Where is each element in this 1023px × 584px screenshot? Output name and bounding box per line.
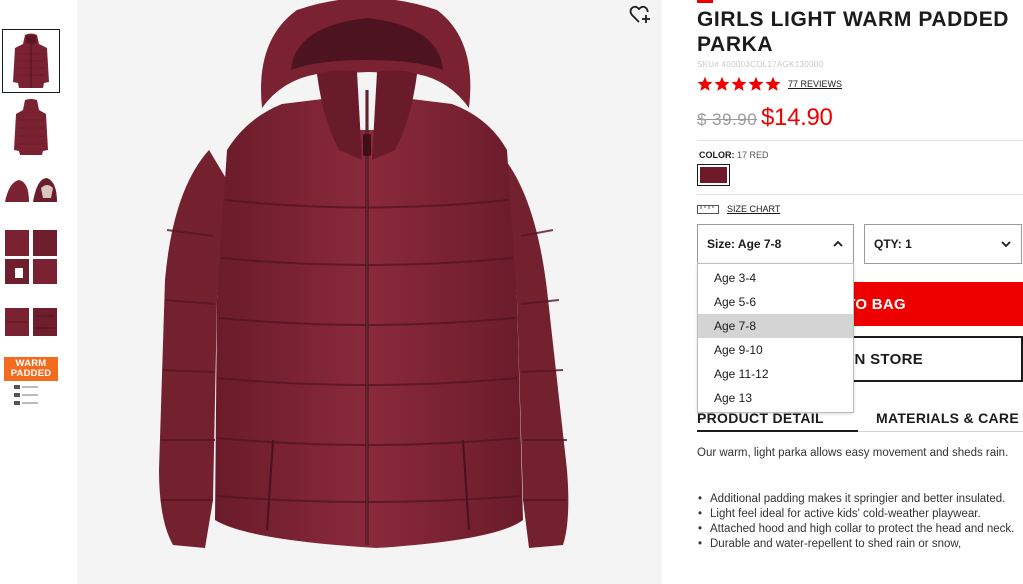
- feature-item: Additional padding makes it springier an…: [698, 492, 1023, 507]
- color-value: 17 RED: [737, 150, 769, 160]
- product-description: Our warm, light parka allows easy moveme…: [697, 447, 1009, 459]
- size-chart-link[interactable]: SIZE CHART: [697, 203, 780, 214]
- badge-diagram: [14, 385, 38, 405]
- active-tab-indicator: [697, 430, 858, 432]
- quantity-select[interactable]: QTY: 1: [864, 224, 1022, 264]
- thumbnail-cuff-detail[interactable]: [2, 290, 60, 354]
- main-product-image[interactable]: [77, 0, 662, 584]
- feature-item: Durable and water-repellent to shed rain…: [698, 537, 1023, 552]
- sale-price: $14.90: [761, 104, 833, 131]
- size-option[interactable]: Age 9-10: [698, 338, 853, 362]
- product-title: GIRLS LIGHT WARM PADDED PARKA: [697, 8, 1010, 56]
- size-option[interactable]: Age 11-12: [698, 362, 853, 386]
- feature-item: Light feel ideal for active kids' cold-w…: [698, 507, 1023, 522]
- ruler-icon: [697, 205, 719, 214]
- size-select-value: Size: Age 7-8: [707, 237, 782, 251]
- padded-parka-image: [159, 0, 569, 548]
- thumbnail-pocket-detail[interactable]: [2, 225, 60, 289]
- cuff-detail-thumb: [5, 308, 57, 336]
- sale-flag: [697, 0, 713, 3]
- feature-item: Attached hood and high collar to protect…: [698, 522, 1023, 537]
- wishlist-heart-icon[interactable]: [629, 4, 651, 26]
- swatch-fill: [700, 167, 727, 183]
- star-icon: [765, 76, 781, 91]
- thumbnail-warm-padded-badge[interactable]: WARM PADDED: [2, 355, 60, 419]
- size-chart-label: SIZE CHART: [727, 203, 781, 214]
- thumbnail-front[interactable]: [2, 29, 60, 93]
- hood-detail-thumb: [3, 176, 59, 208]
- size-dropdown-menu: Age 3-4 Age 5-6 Age 7-8 Age 9-10 Age 11-…: [697, 263, 854, 413]
- color-swatch-red[interactable]: [697, 164, 730, 186]
- tab-materials-care[interactable]: MATERIALS & CARE: [876, 410, 1019, 426]
- chevron-down-icon: [1001, 241, 1011, 248]
- size-select[interactable]: Size: Age 7-8: [697, 224, 854, 264]
- reviews-link[interactable]: 77 REVIEWS: [788, 79, 842, 89]
- original-price: $ 39.90: [697, 110, 758, 129]
- badge-line-2: PADDED: [10, 368, 52, 379]
- star-icon: [714, 76, 730, 91]
- divider: [697, 140, 1023, 141]
- star-icon: [697, 76, 713, 91]
- size-option[interactable]: Age 3-4: [698, 266, 853, 290]
- size-option[interactable]: Age 13: [698, 386, 853, 410]
- rating-row: 77 REVIEWS: [697, 76, 842, 92]
- color-label-row: COLOR: 17 RED: [699, 150, 769, 160]
- jacket-back-thumb: [14, 99, 48, 155]
- quantity-select-value: QTY: 1: [874, 237, 912, 251]
- color-label: COLOR:: [699, 150, 735, 160]
- thumbnail-hood-detail[interactable]: [2, 160, 60, 224]
- product-info-panel: GIRLS LIGHT WARM PADDED PARKA SKU# 40000…: [697, 0, 1023, 584]
- size-option[interactable]: Age 5-6: [698, 290, 853, 314]
- pocket-detail-thumb: [5, 230, 57, 284]
- product-sku: SKU# 400003COL17AGK130000: [697, 60, 824, 69]
- jacket-front-thumb: [13, 33, 49, 88]
- star-icon: [748, 76, 764, 91]
- chevron-up-icon: [833, 240, 843, 247]
- thumbnail-back[interactable]: [2, 95, 60, 159]
- warm-padded-badge: WARM PADDED: [4, 357, 58, 417]
- divider: [697, 194, 1023, 195]
- size-option-selected[interactable]: Age 7-8: [698, 314, 853, 338]
- star-icon: [731, 76, 747, 91]
- feature-list: Additional padding makes it springier an…: [697, 492, 1023, 552]
